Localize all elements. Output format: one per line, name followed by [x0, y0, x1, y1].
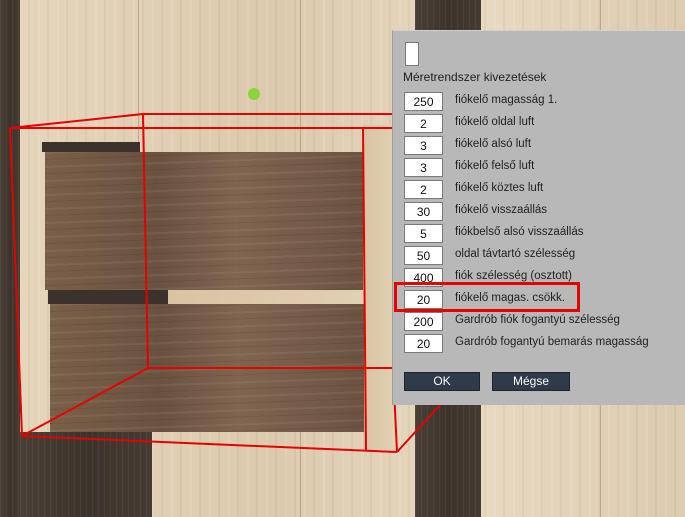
param-input[interactable]: [404, 114, 443, 133]
param-row: fiókelő felső luft: [404, 158, 682, 177]
param-row: Gardrób fogantyú bemarás magasság: [404, 334, 682, 353]
param-input[interactable]: [404, 202, 443, 221]
wire-right-diagonal: [396, 404, 441, 453]
param-input[interactable]: [404, 334, 443, 353]
wire-bottom-front-edge: [21, 435, 398, 453]
dimension-settings-dialog: Méretrendszer kivezetések fiókelő magass…: [392, 30, 685, 405]
param-row: oldal távtartó szélesség: [404, 246, 682, 265]
param-label: fiókelő magasság 1.: [455, 94, 558, 106]
param-input[interactable]: [404, 180, 443, 199]
param-input[interactable]: [404, 136, 443, 155]
param-label: fiókelő felső luft: [455, 160, 535, 172]
param-input[interactable]: [404, 92, 443, 111]
param-row: fiókelő alsó luft: [404, 136, 682, 155]
param-label: fiók szélesség (osztott): [455, 270, 572, 282]
param-label: fiókelő alsó luft: [455, 138, 532, 150]
param-input[interactable]: [404, 158, 443, 177]
wire-left-front-edge: [9, 127, 23, 437]
param-label: fiókelő oldal luft: [455, 116, 535, 128]
param-row: fiókelő oldal luft: [404, 114, 682, 133]
param-row: fiókelő magasság 1.: [404, 92, 682, 111]
param-label: Gardrób fogantyú bemarás magasság: [455, 336, 649, 348]
wire-bottom-left-diagonal: [21, 367, 149, 437]
param-row: Gardrób fiók fogantyú szélesség: [404, 312, 682, 331]
param-label: fiókelő köztes luft: [455, 182, 544, 194]
ok-button[interactable]: OK: [404, 372, 480, 391]
highlight-box: [394, 282, 580, 312]
param-label: fiókelő visszaállás: [455, 204, 548, 216]
param-row: fiókelő köztes luft: [404, 180, 682, 199]
param-input[interactable]: [404, 312, 443, 331]
param-label: Gardrób fiók fogantyú szélesség: [455, 314, 620, 326]
param-input[interactable]: [404, 224, 443, 243]
section-title: Méretrendszer kivezetések: [403, 70, 547, 84]
cancel-button[interactable]: Mégse: [492, 372, 570, 391]
param-label: oldal távtartó szélesség: [455, 248, 576, 260]
wire-left-back-edge: [142, 113, 149, 369]
param-label: fiókbelső alsó visszaállás: [455, 226, 584, 238]
wire-right-front-edge: [362, 127, 367, 451]
wire-top-back-edge: [9, 113, 393, 129]
param-row: fiókelő visszaállás: [404, 202, 682, 221]
color-swatch[interactable]: [405, 42, 419, 66]
param-input[interactable]: [404, 246, 443, 265]
param-row: fiókbelső alsó visszaállás: [404, 224, 682, 243]
